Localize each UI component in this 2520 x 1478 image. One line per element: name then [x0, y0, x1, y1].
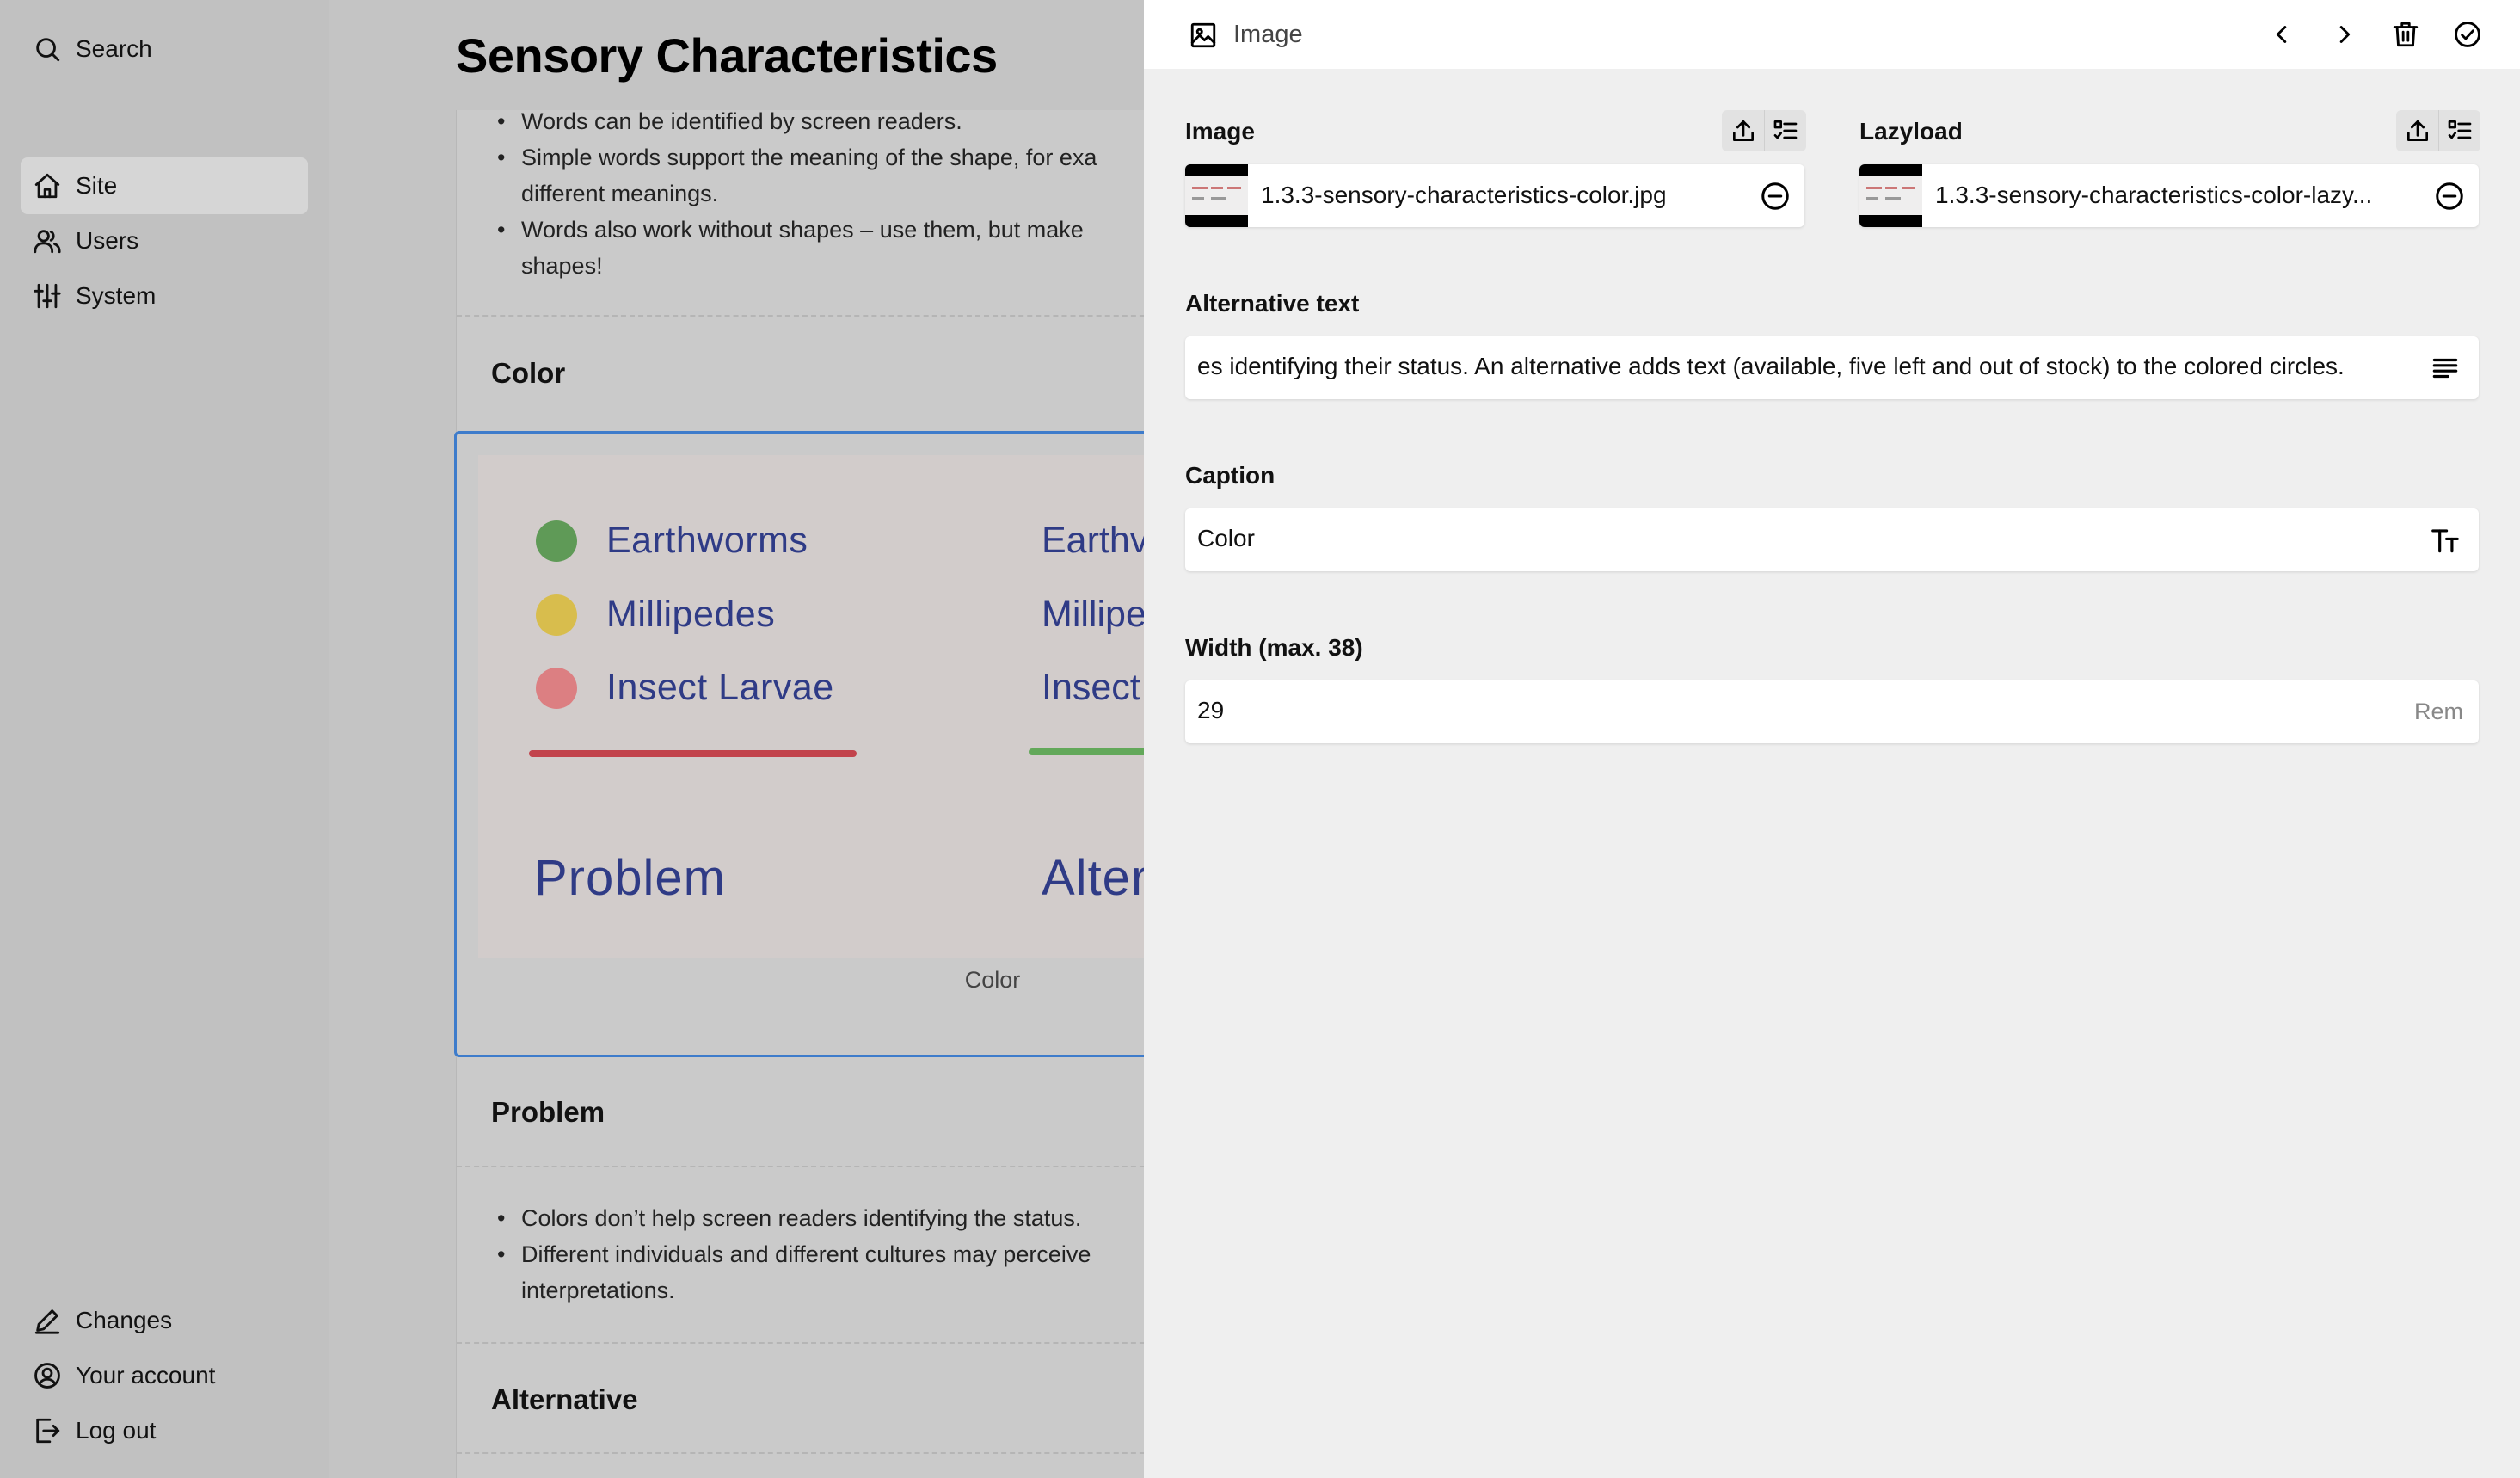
- image-block-selected[interactable]: Earthworms Millipedes Insect Larvae Prob…: [454, 431, 1166, 1057]
- width-unit: Rem: [2413, 699, 2463, 724]
- alt-text-input[interactable]: es identifying their status. An alternat…: [1185, 336, 2479, 399]
- checklist-icon: [1773, 120, 1798, 139]
- drawer-title: Image: [1233, 21, 1303, 48]
- remove-circle-icon[interactable]: [1760, 181, 1791, 212]
- sidebar-item-label: Changes: [76, 1307, 173, 1333]
- home-icon: [34, 173, 60, 199]
- select-files-button[interactable]: [2438, 110, 2480, 151]
- list-item: Words also work without shapes – use the…: [497, 212, 1097, 284]
- list-item: Words can be identified by screen reader…: [497, 103, 1097, 139]
- sidebar-item-label: System: [76, 282, 157, 309]
- text-size-icon: [2431, 529, 2459, 553]
- block-divider: [457, 1342, 1144, 1344]
- chevron-left-icon: [2276, 26, 2287, 43]
- select-files-button[interactable]: [1764, 110, 1806, 151]
- heading-problem[interactable]: Problem: [491, 1096, 605, 1129]
- block-divider: [457, 1166, 1144, 1167]
- sidebar-item-account[interactable]: Your account: [21, 1347, 308, 1404]
- red-dot-icon: [536, 667, 577, 709]
- alternative-label: Alter: [1042, 850, 1149, 906]
- remove-circle-icon[interactable]: [2434, 181, 2465, 212]
- problem-list[interactable]: Colors don’t help screen readers identif…: [497, 1200, 1091, 1309]
- drawer-header: Image: [1144, 0, 2520, 69]
- page-title: Sensory Characteristics: [456, 28, 998, 83]
- logout-icon: [36, 1418, 60, 1444]
- delete-button[interactable]: [2388, 17, 2423, 52]
- settings-sliders-icon: [34, 283, 61, 309]
- intro-list: Words can be identified by screen reader…: [497, 103, 1097, 284]
- align-left-icon: [2432, 358, 2458, 379]
- list-item: Different individuals and different cult…: [497, 1236, 1091, 1309]
- alt-label: Millipe: [1042, 594, 1146, 635]
- heading-color[interactable]: Color: [491, 357, 565, 390]
- list-item: Simple words support the meaning of the …: [497, 139, 1097, 212]
- users-icon: [34, 230, 61, 254]
- heading-alternative[interactable]: Alternative: [491, 1383, 638, 1416]
- previous-button[interactable]: [2265, 17, 2300, 52]
- upload-icon: [1732, 120, 1754, 141]
- yellow-dot-icon: [536, 594, 577, 636]
- legend-item: Earthworms: [536, 520, 808, 562]
- checklist-icon: [2448, 120, 2472, 139]
- green-dot-icon: [536, 520, 577, 562]
- file-thumbnail: [1185, 164, 1248, 227]
- alt-label: Insect: [1042, 667, 1140, 708]
- trash-icon: [2393, 22, 2419, 47]
- image-file-item[interactable]: 1.3.3-sensory-characteristics-color.jpg: [1185, 164, 1804, 227]
- search-button[interactable]: Search: [21, 21, 308, 77]
- red-underline: [529, 750, 857, 757]
- image-drawer: Image Image 1.3.3-sensory-characteristic…: [1144, 0, 2520, 1478]
- next-button[interactable]: [2326, 17, 2361, 52]
- file-thumbnail: [1859, 164, 1922, 227]
- legend-item: Insect Larvae: [536, 667, 834, 709]
- list-item: Colors don’t help screen readers identif…: [497, 1200, 1091, 1236]
- width-label: Width (max. 38): [1185, 634, 1363, 661]
- chevron-right-icon: [2339, 26, 2351, 43]
- caption-label: Caption: [1185, 462, 1275, 489]
- search-label: Search: [76, 35, 152, 62]
- lazyload-field-toolbar: [2396, 110, 2480, 151]
- sidebar-item-label: Log out: [76, 1417, 157, 1444]
- lazyload-file-name: 1.3.3-sensory-characteristics-color-lazy…: [1935, 182, 2373, 208]
- sidebar-item-logout[interactable]: Log out: [21, 1402, 308, 1459]
- upload-icon: [2406, 120, 2428, 141]
- sidebar-item-label: Users: [76, 227, 139, 254]
- legend-item: Millipedes: [536, 594, 775, 636]
- sidebar-item-label: Your account: [76, 1362, 216, 1389]
- lazyload-field-label: Lazyload: [1859, 118, 1963, 145]
- image-file-name: 1.3.3-sensory-characteristics-color.jpg: [1261, 182, 1667, 208]
- alt-label: Earthv: [1042, 520, 1149, 561]
- width-input[interactable]: 29 Rem: [1185, 680, 2479, 743]
- lazyload-file-item[interactable]: 1.3.3-sensory-characteristics-color-lazy…: [1859, 164, 2479, 227]
- alt-text-value: es identifying their status. An alternat…: [1197, 353, 2345, 379]
- upload-button[interactable]: [2396, 110, 2438, 151]
- block-divider: [457, 315, 1144, 317]
- confirm-button[interactable]: [2450, 17, 2485, 52]
- image-field-label: Image: [1185, 118, 1255, 145]
- caption-input[interactable]: Color: [1185, 508, 2479, 571]
- sidebar: Search Site Users System Changes Your ac…: [0, 0, 329, 1478]
- sidebar-item-label: Site: [76, 172, 118, 199]
- search-icon: [36, 38, 60, 62]
- sidebar-item-changes[interactable]: Changes: [21, 1292, 308, 1349]
- width-value: 29: [1197, 697, 1225, 724]
- block-divider: [457, 1452, 1144, 1454]
- account-icon: [34, 1363, 60, 1389]
- image-field-toolbar: [1722, 110, 1806, 151]
- problem-label: Problem: [534, 850, 726, 906]
- color-image-preview: Earthworms Millipedes Insect Larvae Prob…: [478, 455, 1166, 958]
- sidebar-item-users[interactable]: Users: [21, 212, 308, 269]
- sidebar-item-site[interactable]: Site: [21, 157, 308, 214]
- sidebar-item-system[interactable]: System: [21, 268, 308, 324]
- alt-text-label: Alternative text: [1185, 290, 1360, 317]
- image-icon: [1190, 22, 1216, 48]
- pencil-icon: [34, 1309, 60, 1334]
- caption-value: Color: [1197, 525, 1255, 551]
- check-circle-icon: [2455, 22, 2480, 47]
- upload-button[interactable]: [1722, 110, 1764, 151]
